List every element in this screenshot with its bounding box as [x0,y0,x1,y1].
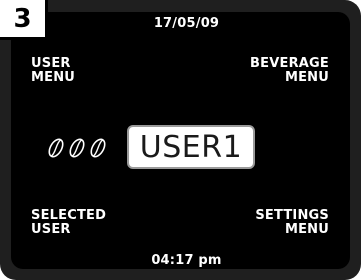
selected-user-button[interactable]: SELECTED USER [31,209,106,237]
beverage-menu-label-line1: BEVERAGE [250,56,329,71]
selected-user-label-line1: SELECTED [31,208,107,223]
coffee-bean-icon [90,138,106,158]
coffee-bean-icon [69,138,85,158]
date-display: 17/05/09 [153,16,220,31]
beverage-menu-label-line2: MENU [284,70,329,85]
coffee-bean-icon [48,138,64,158]
coffee-strength-indicator [48,138,106,158]
user-menu-label-line2: MENU [31,70,76,85]
time-display: 04:17 pm [151,253,222,268]
user-menu-button[interactable]: USER MENU [31,57,75,85]
settings-menu-button[interactable]: SETTINGS MENU [255,209,329,237]
selected-user-label-line2: USER [31,222,71,237]
beverage-menu-button[interactable]: BEVERAGE MENU [250,57,329,85]
settings-menu-label-line2: MENU [284,222,329,237]
current-user-display[interactable]: USER1 [127,125,255,169]
settings-menu-label-line1: SETTINGS [255,208,329,223]
user-menu-label-line1: USER [31,56,71,71]
